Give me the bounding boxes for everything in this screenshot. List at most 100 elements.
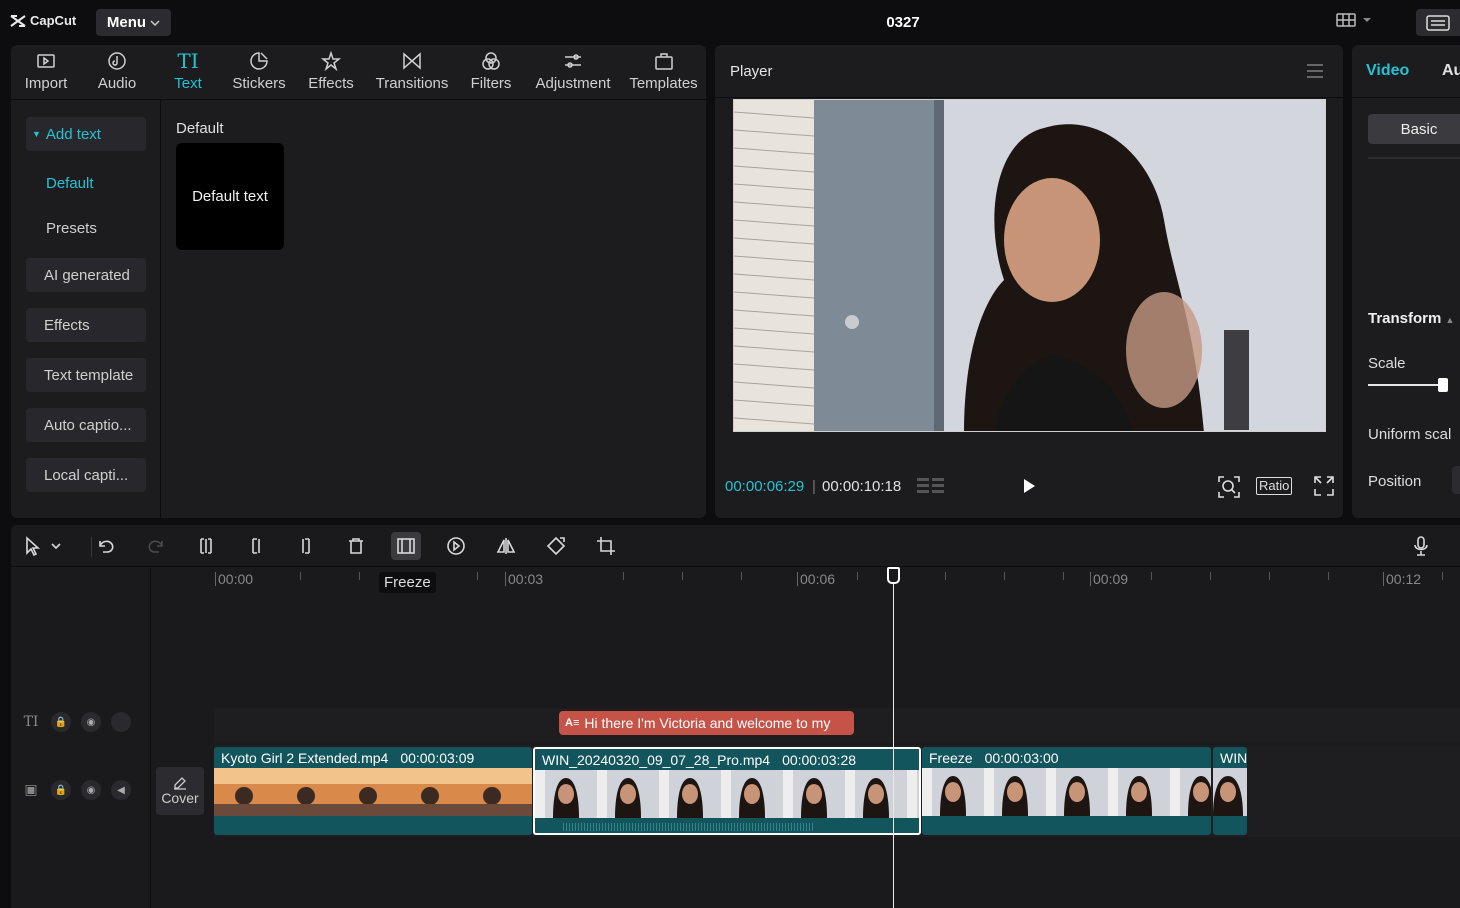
cursor-icon [26,536,41,556]
sidebar-item-label: Auto captio... [44,416,132,434]
tab-templates[interactable]: Templates [621,45,706,99]
playhead-line [893,575,894,908]
cover-button[interactable]: Cover [156,767,204,815]
undo-icon [99,540,114,553]
position-x-input[interactable] [1452,466,1460,494]
project-title[interactable]: 0327 [860,14,946,31]
thumbnail [524,768,532,816]
menu-button[interactable]: Menu [96,9,171,36]
sidebar-item-add-text[interactable]: ▼ Add text [26,117,146,151]
tab-transitions-label: Transitions [375,75,449,92]
sidebar-item-label: Add text [45,125,101,143]
tab-import-label: Import [24,75,68,92]
tab-effects[interactable]: Effects [295,45,367,99]
tab-filters[interactable]: Filters [457,45,525,99]
transform-section-title[interactable]: Transform ▲ [1368,310,1454,327]
thumbnail [214,768,276,816]
split-button[interactable] [194,535,218,557]
text-icon: TI [177,49,199,73]
app-name: CapCut [30,13,77,28]
clip-duration: 00:00:03:09 [400,749,475,766]
crop-button[interactable] [594,535,618,557]
rotate-button[interactable] [544,535,568,557]
zoom-fit-button[interactable] [1217,475,1241,503]
split-left-button[interactable] [244,535,268,557]
default-text-card[interactable]: Default text [176,143,284,250]
split-right-button[interactable] [294,535,318,557]
scale-slider-track[interactable] [1368,384,1444,386]
tab-effects-label: Effects [308,75,354,92]
record-voiceover-button[interactable] [1409,535,1433,557]
tab-adjustment[interactable]: Adjustment [525,45,621,99]
layout-button[interactable] [1336,12,1372,28]
tab-video[interactable]: Video [1366,62,1409,80]
text-track-controls: TI 🔒 ◉ [21,712,131,732]
tab-audio-label: Audio [97,75,137,92]
media-tabs: Import Audio TI Text Stickers Effects Tr… [11,45,706,99]
lock-icon[interactable]: 🔒 [51,712,71,732]
clip-header: Kyoto Girl 2 Extended.mp4 00:00:03:09 [214,747,532,768]
sidebar-item-label: Text template [44,366,134,384]
keyboard-shortcuts-button[interactable] [1416,9,1460,36]
sidebar-item-presets[interactable]: Presets [26,211,146,245]
video-clip-selected[interactable]: WIN_20240320_09_07_28_Pro.mp4 00:00:03:2… [533,747,921,835]
playhead-handle[interactable] [887,567,900,584]
clip-name: WIN_20240320_09_07_28_Pro.mp4 [542,751,771,768]
timeline-ruler[interactable]: 00:00 00:03 00:06 00:09 00:12 [152,568,1460,590]
timecode-separator: | [812,478,816,495]
menu-label: Menu [106,14,147,31]
waveform-list-icon[interactable] [917,477,945,501]
tab-import[interactable]: Import [11,45,81,99]
sidebar-item-ai-generated[interactable]: AI generated [26,258,146,292]
tab-adjustment-label: Adjustment [535,75,611,92]
timeline-toolbar [11,525,1460,567]
basic-subtab[interactable]: Basic [1368,114,1460,144]
ratio-button[interactable]: Ratio [1256,477,1293,495]
tab-text-label: Text [174,75,202,92]
mirror-button[interactable] [494,535,518,557]
video-clip[interactable]: Freeze 00:00:03:00 [922,747,1211,835]
video-preview[interactable] [733,99,1326,432]
hamburger-menu-icon[interactable] [1307,64,1323,82]
thumbnail [783,770,845,818]
lock-icon[interactable]: 🔒 [51,780,71,800]
text-clip[interactable]: A≡ Hi there I'm Victoria and welcome to … [559,711,854,735]
sidebar-item-auto-captions[interactable]: Auto captio... [26,408,146,442]
select-tool-button[interactable] [21,535,45,557]
tab-audio[interactable]: Audio [81,45,153,99]
sidebar-item-local-captions[interactable]: Local capti... [26,458,146,492]
video-clip[interactable]: WIN [1213,747,1247,835]
clip-name: Freeze [929,749,973,766]
speed-button[interactable] [444,535,468,557]
fullscreen-button[interactable] [1313,475,1335,501]
play-button[interactable] [1022,478,1036,498]
video-track-icon: ▣ [24,782,38,798]
tab-templates-label: Templates [629,75,698,92]
clip-header: WIN_20240320_09_07_28_Pro.mp4 00:00:03:2… [535,749,919,770]
freeze-button[interactable] [391,532,421,560]
video-clip[interactable]: Kyoto Girl 2 Extended.mp4 00:00:03:09 [214,747,532,835]
eye-icon[interactable]: ◉ [81,712,101,732]
delete-button[interactable] [344,535,368,557]
select-tool-dropdown[interactable] [49,535,63,557]
scale-slider-handle[interactable] [1438,378,1448,392]
sidebar-item-effects[interactable]: Effects [26,308,146,342]
sidebar-item-text-template[interactable]: Text template [26,358,146,392]
section-title: Default [176,120,224,137]
clip-name: WIN [1220,749,1247,766]
eye-icon[interactable]: ◉ [81,780,101,800]
scale-label: Scale [1368,355,1406,372]
title-bar: CapCut Menu 0327 [0,0,1460,44]
chevron-up-icon: ▲ [1445,315,1455,325]
tab-stickers[interactable]: Stickers [223,45,295,99]
ruler-label: 00:09 [1093,571,1129,587]
sidebar-item-default[interactable]: Default [26,166,146,200]
reverse-play-icon [447,537,465,555]
tab-audio-props[interactable]: Au [1442,62,1460,80]
tab-text[interactable]: TI Text [153,45,223,99]
undo-button[interactable] [94,535,118,557]
redo-button[interactable] [144,535,168,557]
tab-transitions[interactable]: Transitions [367,45,457,99]
audio-mute-icon[interactable]: ◀ [111,780,131,800]
thumbnail [907,770,919,818]
